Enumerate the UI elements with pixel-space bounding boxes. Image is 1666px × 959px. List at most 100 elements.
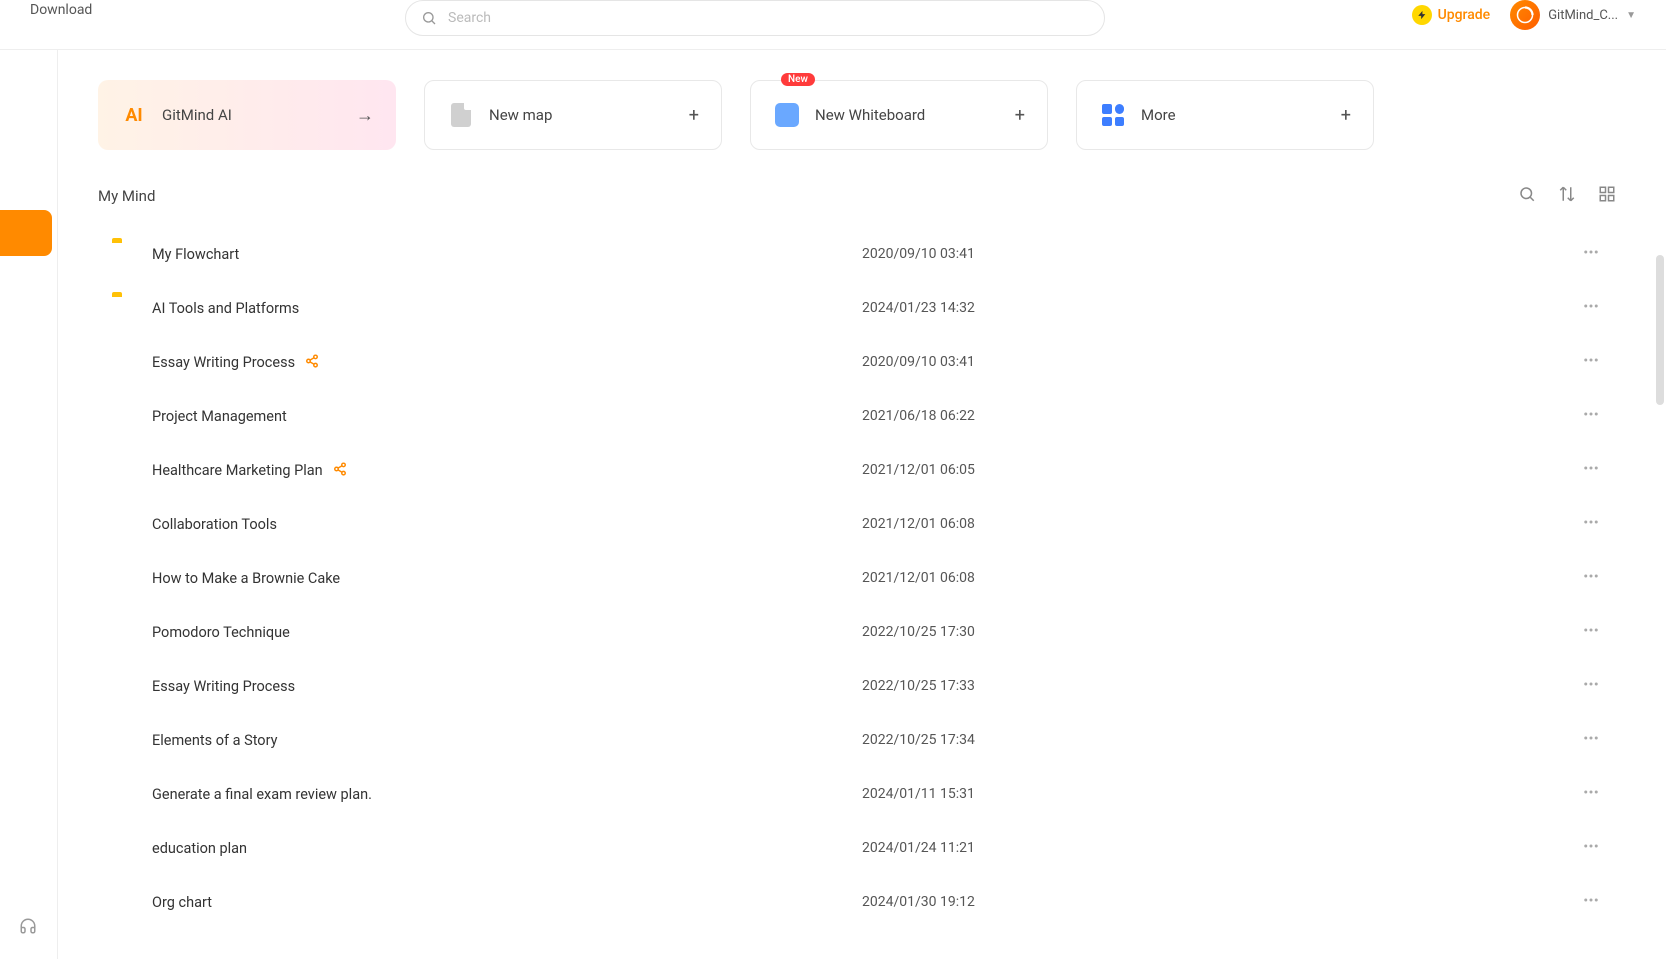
main-wrapper: AI GitMind AI → New map + New New Whiteb… [0,50,1666,959]
mindmap-file-icon [112,620,136,644]
file-row-inner: Healthcare Marketing Plan2021/12/01 06:0… [112,453,1606,487]
file-name: Essay Writing Process [152,354,295,371]
file-row[interactable]: Pomodoro Technique 2022/10/25 17:30 [98,605,1616,659]
mindmap-file-icon [112,350,136,374]
file-date: 2020/09/10 03:41 [862,246,975,262]
mindmap-file-icon [112,404,136,428]
file-row[interactable]: Essay Writing Process2022/10/25 17:33 [98,659,1616,713]
file-row[interactable]: Collaboration Tools2021/12/01 06:08 [98,497,1616,551]
file-date: 2022/10/25 17:30 [862,624,975,640]
file-name: Generate a final exam review plan. [152,786,372,803]
file-name: Pomodoro Technique [152,624,290,641]
file-row-inner: Essay Writing Process2022/10/25 17:33 [112,669,1606,703]
folder-icon [112,296,136,320]
file-row-inner: AI Tools and Platforms2024/01/23 14:32 [112,291,1606,325]
ai-icon: AI [120,101,148,129]
plus-icon: + [1341,105,1351,126]
more-grid-icon [1099,101,1127,129]
more-options-icon[interactable] [1576,777,1606,811]
file-row[interactable]: education plan2024/01/24 11:21 [98,821,1616,875]
file-name: Org chart [152,894,212,911]
file-row-inner: My Flowchart2020/09/10 03:41 [112,237,1606,271]
share-icon [333,461,347,480]
file-row[interactable]: Elements of a Story2022/10/25 17:34 [98,713,1616,767]
more-options-icon[interactable] [1576,237,1606,271]
top-header: Download Upgrade GitMind_C... ▼ [0,0,1666,50]
mindmap-file-icon [112,566,136,590]
search-container [405,0,1105,36]
action-more[interactable]: More + [1076,80,1374,150]
folder-icon [112,242,136,266]
file-row[interactable]: AI Tools and Platforms2024/01/23 14:32 [98,281,1616,335]
more-options-icon[interactable] [1576,507,1606,541]
action-label: More [1141,106,1341,124]
file-list: My Flowchart2020/09/10 03:41 AI Tools and… [98,227,1616,929]
action-gitmind-ai[interactable]: AI GitMind AI → [98,80,396,150]
file-date: 2021/12/01 06:08 [862,516,975,532]
user-profile-menu[interactable]: GitMind_C... ▼ [1510,0,1636,30]
chevron-down-icon: ▼ [1626,10,1636,21]
more-options-icon[interactable] [1576,669,1606,703]
headset-icon[interactable] [19,917,37,939]
file-row-inner: Essay Writing Process 2020/09/10 03:41 [112,345,1606,379]
more-options-icon[interactable] [1576,723,1606,757]
username-label: GitMind_C... [1548,8,1618,23]
file-date: 2021/12/01 06:05 [862,462,975,478]
mindmap-file-icon [112,512,136,536]
file-row[interactable]: Org chart 2024/01/30 19:12 [98,875,1616,929]
content-area: AI GitMind AI → New map + New New Whiteb… [58,50,1666,959]
file-name: Project Management [152,408,287,425]
scrollbar[interactable] [1656,255,1664,405]
upgrade-label: Upgrade [1438,7,1491,23]
file-row-inner: Elements of a Story2022/10/25 17:34 [112,723,1606,757]
sort-icon[interactable] [1558,185,1576,207]
file-date: 2024/01/11 15:31 [862,786,975,802]
more-options-icon[interactable] [1576,291,1606,325]
more-options-icon[interactable] [1576,399,1606,433]
action-new-map[interactable]: New map + [424,80,722,150]
file-row[interactable]: My Flowchart2020/09/10 03:41 [98,227,1616,281]
section-tools [1518,185,1616,207]
file-row[interactable]: Project Management2021/06/18 06:22 [98,389,1616,443]
file-row[interactable]: Essay Writing Process 2020/09/10 03:41 [98,335,1616,389]
more-options-icon[interactable] [1576,453,1606,487]
more-options-icon[interactable] [1576,885,1606,919]
action-new-whiteboard[interactable]: New New Whiteboard + [750,80,1048,150]
file-date: 2024/01/24 11:21 [862,840,975,856]
more-options-icon[interactable] [1576,345,1606,379]
search-input[interactable] [405,0,1105,36]
search-icon [421,10,437,30]
file-name: Elements of a Story [152,732,277,749]
view-toggle-icon[interactable] [1598,185,1616,207]
action-label: New Whiteboard [815,106,1015,124]
file-row[interactable]: Generate a final exam review plan. 2024/0… [98,767,1616,821]
more-options-icon[interactable] [1576,831,1606,865]
section-header: My Mind [98,185,1616,207]
header-right: Upgrade GitMind_C... ▼ [1412,0,1636,30]
download-link[interactable]: Download [30,2,92,18]
file-row-inner: Pomodoro Technique 2022/10/25 17:30 [112,615,1606,649]
mindmap-file-icon [112,674,136,698]
section-title: My Mind [98,187,155,205]
file-name: How to Make a Brownie Cake [152,570,340,587]
file-date: 2024/01/30 19:12 [862,894,975,910]
file-row[interactable]: Healthcare Marketing Plan2021/12/01 06:0… [98,443,1616,497]
more-options-icon[interactable] [1576,615,1606,649]
plus-icon: + [689,105,699,126]
upgrade-button[interactable]: Upgrade [1412,5,1491,25]
file-row-inner: How to Make a Brownie Cake2021/12/01 06:… [112,561,1606,595]
whiteboard-icon [773,101,801,129]
search-icon[interactable] [1518,185,1536,207]
file-row[interactable]: How to Make a Brownie Cake2021/12/01 06:… [98,551,1616,605]
more-options-icon[interactable] [1576,561,1606,595]
file-date: 2024/01/23 14:32 [862,300,975,316]
sidebar-active-item[interactable] [0,210,52,256]
quick-actions-row: AI GitMind AI → New map + New New Whiteb… [98,80,1616,150]
mindmap-file-icon [112,458,136,482]
mindmap-file-icon [112,728,136,752]
mindmap-file-icon [112,782,136,806]
file-row-inner: education plan2024/01/24 11:21 [112,831,1606,865]
action-label: New map [489,106,689,124]
file-name: Essay Writing Process [152,678,295,695]
file-date: 2020/09/10 03:41 [862,354,975,370]
